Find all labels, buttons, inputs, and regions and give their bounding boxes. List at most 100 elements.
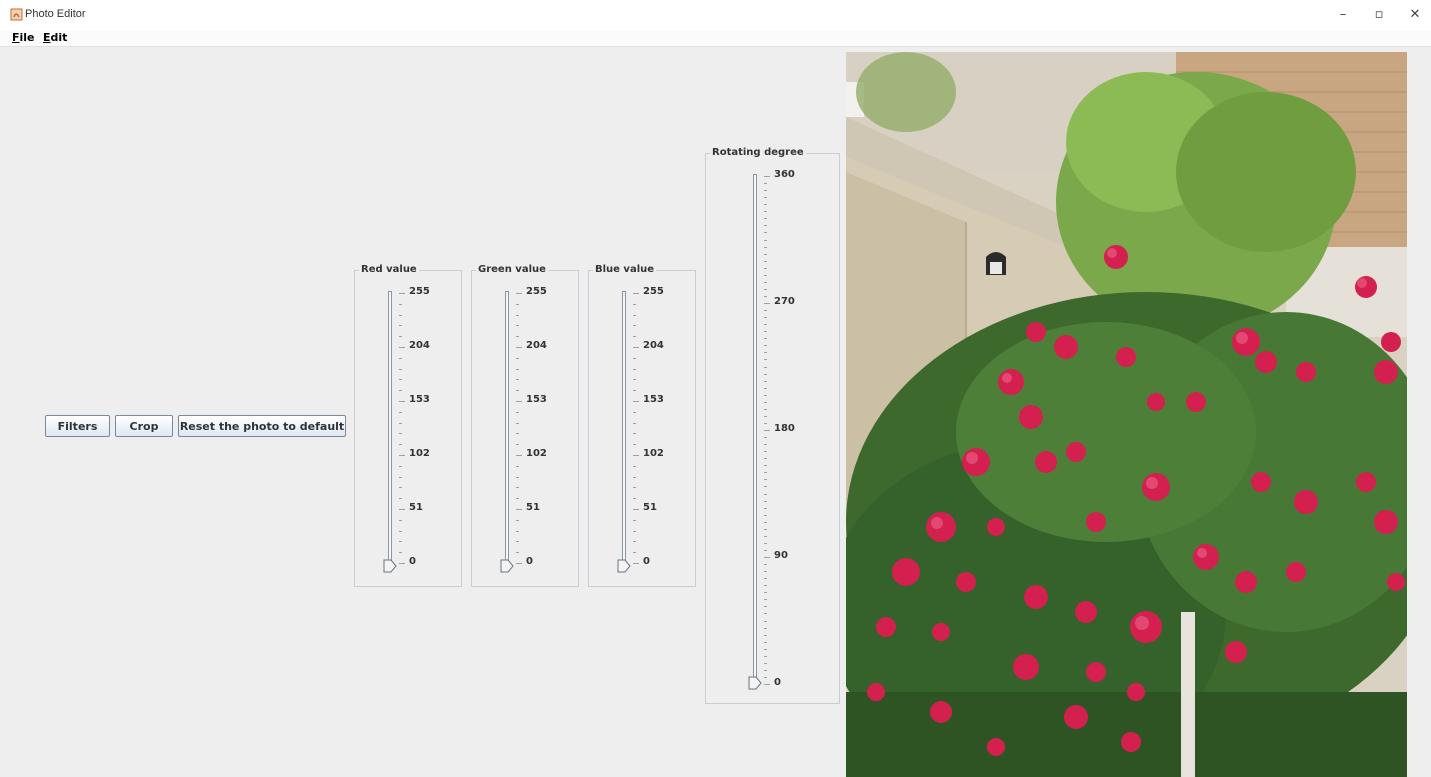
blue-minor-tick bbox=[633, 336, 636, 338]
rotation-minor-tick bbox=[764, 564, 767, 566]
red-minor-tick bbox=[399, 411, 402, 413]
maximize-button[interactable]: ▫ bbox=[1366, 6, 1392, 24]
red-value-title: Red value bbox=[359, 264, 419, 275]
rotation-minor-tick bbox=[764, 380, 767, 382]
blue-minor-tick bbox=[633, 325, 636, 327]
red-value-panel: Red value 255 204 153 102 51 0 bbox=[354, 264, 462, 587]
red-major-tick bbox=[399, 455, 405, 456]
java-app-icon bbox=[10, 8, 23, 21]
rotating-degree-panel: Rotating degree 360 270 180 90 0 bbox=[705, 147, 840, 704]
rotation-minor-tick bbox=[764, 281, 767, 283]
green-minor-tick bbox=[516, 325, 519, 327]
red-minor-tick bbox=[399, 368, 402, 370]
green-tick-label: 51 bbox=[526, 502, 540, 513]
crop-button[interactable]: Crop bbox=[115, 415, 173, 437]
rotation-minor-tick bbox=[764, 627, 767, 629]
minimize-button[interactable]: – bbox=[1330, 6, 1356, 24]
blue-tick-label: 51 bbox=[643, 502, 657, 513]
menu-bar: File Edit bbox=[0, 30, 1431, 47]
red-minor-tick bbox=[399, 519, 402, 521]
rotation-minor-tick bbox=[764, 669, 767, 671]
blue-minor-tick bbox=[633, 357, 636, 359]
rotation-major-tick bbox=[764, 176, 770, 177]
reset-photo-button[interactable]: Reset the photo to default bbox=[178, 415, 346, 437]
blue-minor-tick bbox=[633, 487, 636, 489]
red-minor-tick bbox=[399, 422, 402, 424]
green-major-tick bbox=[516, 509, 522, 510]
rotation-minor-tick bbox=[764, 183, 767, 185]
photo-canvas bbox=[846, 52, 1407, 777]
rotation-minor-tick bbox=[764, 359, 767, 361]
rotation-minor-tick bbox=[764, 578, 767, 580]
red-minor-tick bbox=[399, 444, 402, 446]
rotation-minor-tick bbox=[764, 345, 767, 347]
rotation-minor-tick bbox=[764, 204, 767, 206]
rotation-minor-tick bbox=[764, 465, 767, 467]
blue-minor-tick bbox=[633, 390, 636, 392]
close-button[interactable]: ✕ bbox=[1402, 6, 1428, 24]
green-slider-thumb[interactable] bbox=[500, 559, 514, 573]
green-tick-label: 255 bbox=[526, 286, 547, 297]
rotation-minor-tick bbox=[764, 451, 767, 453]
red-minor-tick bbox=[399, 325, 402, 327]
filters-button[interactable]: Filters bbox=[45, 415, 110, 437]
red-minor-tick bbox=[399, 498, 402, 500]
red-tick-label: 102 bbox=[409, 448, 430, 459]
blue-minor-tick bbox=[633, 314, 636, 316]
rotation-minor-tick bbox=[764, 585, 767, 587]
red-minor-tick bbox=[399, 476, 402, 478]
green-minor-tick bbox=[516, 303, 519, 305]
rotation-minor-tick bbox=[764, 239, 767, 241]
blue-minor-tick bbox=[633, 476, 636, 478]
menu-edit[interactable]: Edit bbox=[43, 31, 67, 44]
blue-minor-tick bbox=[633, 303, 636, 305]
blue-slider-track[interactable] bbox=[622, 291, 626, 569]
blue-slider-thumb[interactable] bbox=[617, 559, 631, 573]
green-minor-tick bbox=[516, 314, 519, 316]
rotation-minor-tick bbox=[764, 458, 767, 460]
green-slider-track[interactable] bbox=[505, 291, 509, 569]
rotation-minor-tick bbox=[764, 571, 767, 573]
green-minor-tick bbox=[516, 357, 519, 359]
blue-value-panel: Blue value 255 204 153 102 51 0 bbox=[588, 264, 696, 587]
green-major-tick bbox=[516, 455, 522, 456]
green-tick-label: 102 bbox=[526, 448, 547, 459]
rotation-minor-tick bbox=[764, 352, 767, 354]
rotation-minor-tick bbox=[764, 620, 767, 622]
red-slider-track[interactable] bbox=[388, 291, 392, 569]
rotation-minor-tick bbox=[764, 514, 767, 516]
rotation-minor-tick bbox=[764, 542, 767, 544]
rotation-minor-tick bbox=[764, 549, 767, 551]
blue-minor-tick bbox=[633, 530, 636, 532]
green-minor-tick bbox=[516, 552, 519, 554]
blue-minor-tick bbox=[633, 444, 636, 446]
menu-file-label: ile bbox=[19, 31, 35, 44]
rotation-minor-tick bbox=[764, 662, 767, 664]
rotation-slider-track[interactable] bbox=[753, 174, 757, 686]
blue-minor-tick bbox=[633, 411, 636, 413]
rotation-minor-tick bbox=[764, 599, 767, 601]
red-minor-tick bbox=[399, 487, 402, 489]
green-tick-label: 204 bbox=[526, 340, 547, 351]
blue-minor-tick bbox=[633, 541, 636, 543]
rotation-minor-tick bbox=[764, 197, 767, 199]
rotation-slider-thumb[interactable] bbox=[748, 676, 762, 690]
menu-file[interactable]: File bbox=[12, 31, 35, 44]
red-major-tick bbox=[399, 563, 405, 564]
green-minor-tick bbox=[516, 541, 519, 543]
rotation-minor-tick bbox=[764, 338, 767, 340]
red-tick-label: 153 bbox=[409, 394, 430, 405]
rotation-minor-tick bbox=[764, 373, 767, 375]
green-minor-tick bbox=[516, 433, 519, 435]
red-slider-thumb[interactable] bbox=[383, 559, 397, 573]
rotation-minor-tick bbox=[764, 387, 767, 389]
blue-major-tick bbox=[633, 563, 639, 564]
rotation-minor-tick bbox=[764, 295, 767, 297]
rotation-minor-tick bbox=[764, 225, 767, 227]
window-title-bar: Photo Editor – ▫ ✕ bbox=[0, 0, 1431, 30]
green-major-tick bbox=[516, 347, 522, 348]
red-tick-label: 255 bbox=[409, 286, 430, 297]
rotation-minor-tick bbox=[764, 521, 767, 523]
green-major-tick bbox=[516, 293, 522, 294]
red-minor-tick bbox=[399, 379, 402, 381]
